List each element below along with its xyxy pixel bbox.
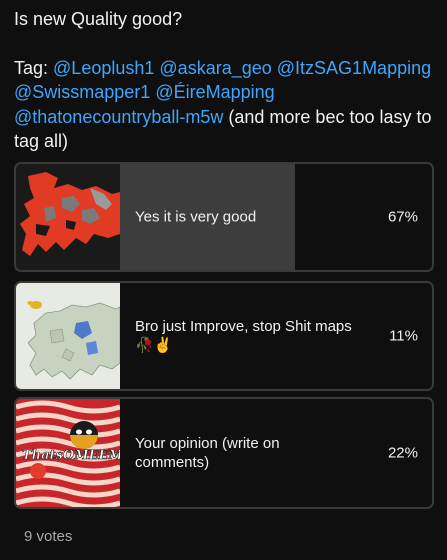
poll-option-label: Yes it is very good <box>135 208 257 226</box>
europe-map-light-thumbnail <box>16 283 121 389</box>
mention-link[interactable]: @ItzSAG1Mapping <box>277 58 431 78</box>
poll-option-1[interactable]: Yes it is very good 67% <box>14 162 434 272</box>
poll-option-label: Bro just Improve, stop Shit maps🥀✌️ <box>135 318 352 354</box>
poll-option-percent: 22% <box>387 444 418 462</box>
poll-option-2[interactable]: Bro just Improve, stop Shit maps🥀✌️ 11% <box>14 281 434 391</box>
thatomeem-logo-thumbnail: ThatsOMEEM <box>16 399 124 507</box>
mention-link[interactable]: @Swissmapper1 <box>14 82 150 102</box>
poll-option-label: Your opinion (write on comments) <box>135 435 280 471</box>
post-text: Is new Quality good? Tag: @Leoplush1 @as… <box>14 7 434 154</box>
mention-link[interactable]: @askara_geo <box>159 58 271 78</box>
poll-option-percent: 11% <box>389 327 418 345</box>
europe-map-red-thumbnail <box>16 164 120 270</box>
tag-prefix: Tag: <box>14 57 54 78</box>
poll-question: Is new Quality good? <box>14 9 183 29</box>
vote-count: 9 votes <box>24 528 73 545</box>
mention-link[interactable]: @ÉireMapping <box>155 82 274 102</box>
mention-link[interactable]: @Leoplush1 <box>53 58 154 78</box>
mention-link[interactable]: @thatonecountryball-m5w <box>14 107 223 127</box>
thumbnail-logo-text: ThatsOMEEM <box>22 448 120 463</box>
poll-option-percent: 67% <box>387 208 418 226</box>
poll-option-3[interactable]: ThatsOMEEM Your opinion (write on commen… <box>14 397 434 509</box>
